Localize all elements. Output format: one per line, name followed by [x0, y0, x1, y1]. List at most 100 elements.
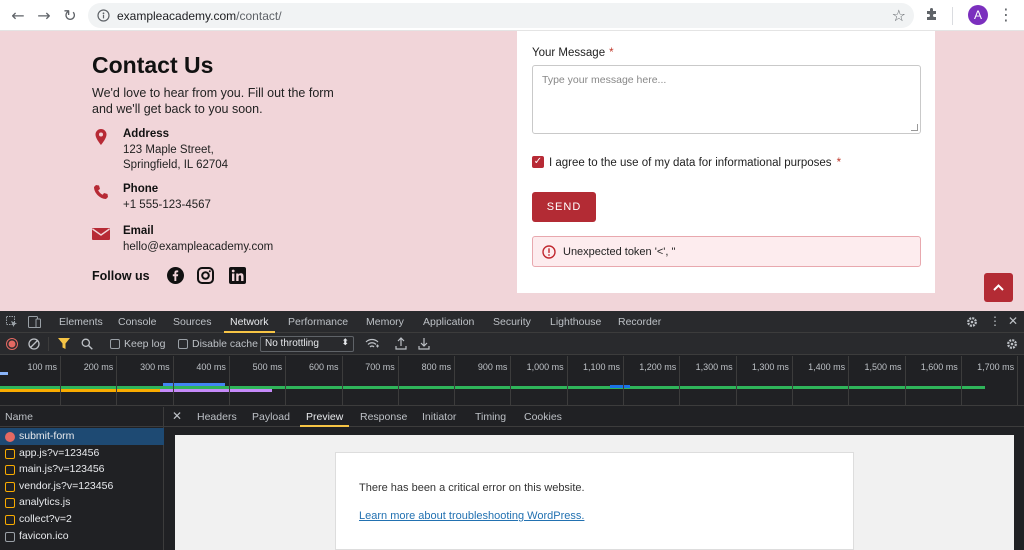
document-file-icon: [5, 531, 15, 542]
request-name: analytics.js: [19, 496, 71, 509]
timeline-tick: 500 ms: [253, 356, 287, 406]
tab-headers[interactable]: Headers: [197, 411, 237, 423]
clear-icon[interactable]: [28, 338, 40, 350]
browser-menu-icon[interactable]: ⋮: [998, 5, 1014, 24]
request-name: main.js?v=123456: [19, 463, 105, 476]
inspect-element-icon[interactable]: [6, 316, 18, 328]
devtools-panel: Elements Console Sources Network Perform…: [0, 311, 1024, 550]
settings-gear-icon[interactable]: [966, 316, 978, 328]
request-row[interactable]: favicon.ico: [0, 528, 164, 545]
response-preview: There has been a critical error on this …: [175, 435, 1014, 550]
facebook-icon[interactable]: [167, 267, 184, 284]
address-bar[interactable]: exampleacademy.com/contact/ ☆: [88, 3, 914, 28]
timeline-tick-label: 600 ms: [308, 362, 339, 372]
email-label: Email: [123, 225, 154, 237]
script-file-icon: [5, 448, 15, 459]
tab-console[interactable]: Console: [118, 316, 157, 328]
export-har-icon[interactable]: [418, 337, 430, 350]
disable-cache-checkbox[interactable]: [178, 339, 188, 349]
timeline-tick: 1,400 ms: [808, 356, 850, 406]
chevron-up-icon: [993, 284, 1004, 291]
request-row[interactable]: vendor.js?v=123456: [0, 478, 164, 495]
tab-elements[interactable]: Elements: [59, 316, 103, 328]
network-lower-pane: Name submit-form app.js?v=123456 main.js?v…: [0, 407, 1024, 550]
timeline-tick-label: 200 ms: [83, 362, 114, 372]
tab-cookies[interactable]: Cookies: [524, 411, 562, 423]
request-error-icon: [5, 432, 15, 442]
request-row[interactable]: main.js?v=123456: [0, 461, 164, 478]
tab-initiator[interactable]: Initiator: [422, 411, 456, 423]
network-conditions-icon[interactable]: [365, 338, 379, 350]
tab-application[interactable]: Application: [423, 316, 474, 328]
script-file-icon: [5, 465, 15, 476]
waterfall-bar-orange: [0, 389, 160, 392]
search-icon[interactable]: [81, 338, 93, 350]
tab-security[interactable]: Security: [493, 316, 531, 328]
tab-sources[interactable]: Sources: [173, 316, 212, 328]
request-row[interactable]: analytics.js: [0, 494, 164, 511]
phone-value[interactable]: +1 555-123-4567: [123, 198, 211, 213]
agree-label[interactable]: I agree to the use of my data for inform…: [549, 157, 841, 169]
profile-avatar[interactable]: A: [968, 5, 988, 25]
close-devtools-icon[interactable]: ✕: [1008, 314, 1018, 328]
send-button[interactable]: SEND: [532, 192, 596, 222]
tab-memory[interactable]: Memory: [366, 316, 404, 328]
agree-checkbox[interactable]: ✓: [532, 156, 544, 168]
message-placeholder: Type your message here...: [542, 74, 667, 86]
tab-recorder[interactable]: Recorder: [618, 316, 661, 328]
throttling-select[interactable]: No throttling ⬍: [260, 336, 354, 352]
timeline-tick: 800 ms: [422, 356, 456, 406]
keep-log-checkbox[interactable]: [110, 339, 120, 349]
device-toolbar-icon[interactable]: [28, 316, 41, 328]
import-har-icon[interactable]: [395, 337, 407, 350]
instagram-icon[interactable]: [197, 267, 214, 284]
timeline-tick-label: 700 ms: [365, 362, 395, 372]
timeline-tick: 400 ms: [196, 356, 230, 406]
timeline-tick: 900 ms: [478, 356, 512, 406]
timeline-tick: 1,300 ms: [696, 356, 737, 406]
request-row[interactable]: submit-form: [0, 428, 164, 445]
request-row[interactable]: app.js?v=123456: [0, 445, 164, 462]
tab-performance[interactable]: Performance: [288, 316, 348, 328]
linkedin-icon[interactable]: [229, 267, 246, 284]
resize-handle[interactable]: [911, 124, 918, 131]
close-detail-icon[interactable]: ✕: [172, 409, 182, 423]
network-settings-gear-icon[interactable]: [1006, 338, 1018, 350]
tab-lighthouse[interactable]: Lighthouse: [550, 316, 601, 328]
phone-icon: [94, 185, 108, 199]
detail-tabbar: ✕ Headers Payload Preview Response Initi…: [164, 407, 1024, 427]
tab-response[interactable]: Response: [360, 411, 407, 423]
message-textarea[interactable]: Type your message here...: [532, 65, 921, 134]
name-column-header[interactable]: Name: [0, 407, 164, 427]
request-row[interactable]: collect?v=2: [0, 511, 164, 528]
extensions-puzzle-icon[interactable]: [924, 6, 940, 22]
timeline-tick-label: 1,300 ms: [695, 362, 733, 372]
page-title: Contact Us: [92, 52, 214, 78]
scroll-to-top-button[interactable]: [984, 273, 1013, 302]
network-overview-timeline[interactable]: 100 ms 200 ms 300 ms 400 ms 500 ms 600 ms 700 …: [0, 356, 1024, 406]
bookmark-star-icon[interactable]: ☆: [892, 6, 906, 25]
request-name: vendor.js?v=123456: [19, 479, 114, 492]
site-info-icon[interactable]: [97, 9, 110, 22]
record-icon[interactable]: [6, 338, 18, 350]
keep-log-label[interactable]: Keep log: [124, 338, 165, 350]
request-name: app.js?v=123456: [19, 446, 100, 459]
script-file-icon: [5, 515, 15, 525]
disable-cache-label[interactable]: Disable cache: [192, 338, 258, 350]
timeline-tick-label: 900 ms: [477, 362, 508, 372]
timeline-tick-label: 500 ms: [252, 362, 283, 372]
reload-icon[interactable]: ↻: [60, 6, 80, 26]
forward-arrow-icon[interactable]: →: [34, 6, 54, 26]
tab-timing[interactable]: Timing: [475, 411, 506, 423]
troubleshooting-link[interactable]: Learn more about troubleshooting WordPre…: [359, 510, 584, 522]
tab-network[interactable]: Network: [224, 316, 274, 333]
email-value[interactable]: hello@exampleacademy.com: [123, 240, 273, 255]
tab-payload[interactable]: Payload: [252, 411, 290, 423]
filter-icon[interactable]: [58, 338, 71, 350]
back-arrow-icon[interactable]: ←: [8, 6, 28, 26]
timeline-tick-label: 1,000 ms: [526, 362, 564, 372]
error-alert: Unexpected token '<', ": [532, 236, 921, 267]
tab-preview[interactable]: Preview: [299, 411, 350, 427]
timeline-tick: 1,300 ms: [752, 356, 793, 406]
devtools-more-icon[interactable]: ⋮: [989, 314, 1001, 328]
